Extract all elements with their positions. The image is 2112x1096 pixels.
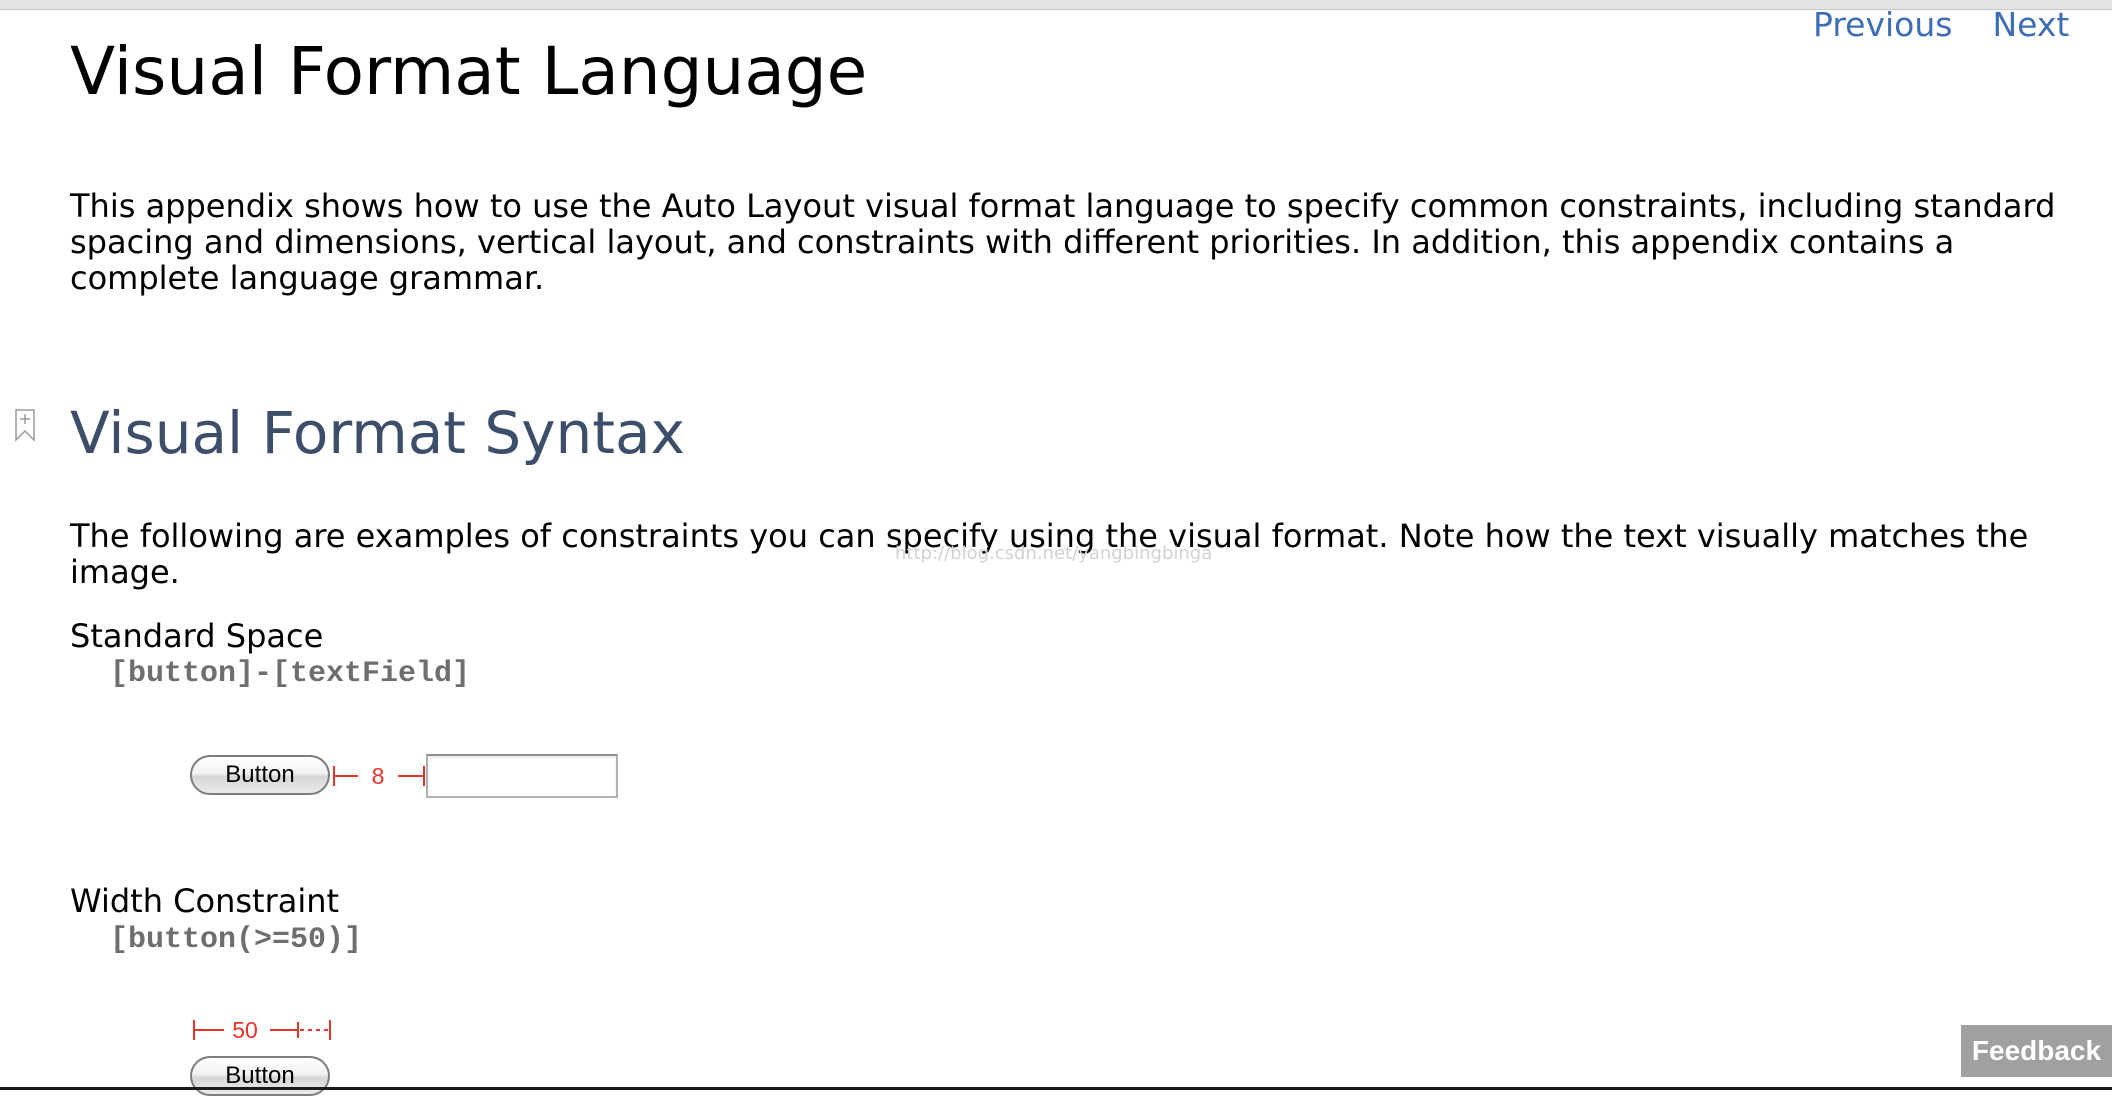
page-navigation: Previous Next <box>1813 4 2069 46</box>
page-title: Visual Format Language <box>70 33 868 110</box>
bookmark-add-icon[interactable] <box>14 408 36 442</box>
spacing-value-label: 8 <box>372 763 385 789</box>
width-indicator: 50 <box>193 1017 331 1043</box>
next-link[interactable]: Next <box>1992 4 2069 46</box>
width-constraint-code: [button(>=50)] <box>110 923 363 957</box>
standard-space-button: Button <box>190 755 330 795</box>
feedback-button[interactable]: Feedback <box>1961 1025 2112 1077</box>
section-heading: Visual Format Syntax <box>70 399 685 467</box>
watermark-text: http://blog.csdn.net/yangbingbinga <box>895 543 1213 564</box>
standard-space-textfield <box>426 754 618 798</box>
standard-space-heading: Standard Space <box>70 617 324 655</box>
window-top-bar <box>0 0 2112 10</box>
intro-paragraph: This appendix shows how to use the Auto … <box>70 187 2056 297</box>
width-value-label: 50 <box>232 1017 258 1043</box>
width-constraint-heading: Width Constraint <box>70 882 340 920</box>
standard-spacing-indicator: 8 <box>333 763 425 789</box>
width-constraint-button: Button <box>190 1056 330 1096</box>
standard-space-code: [button]-[textField] <box>110 657 471 691</box>
previous-link[interactable]: Previous <box>1813 4 1952 46</box>
